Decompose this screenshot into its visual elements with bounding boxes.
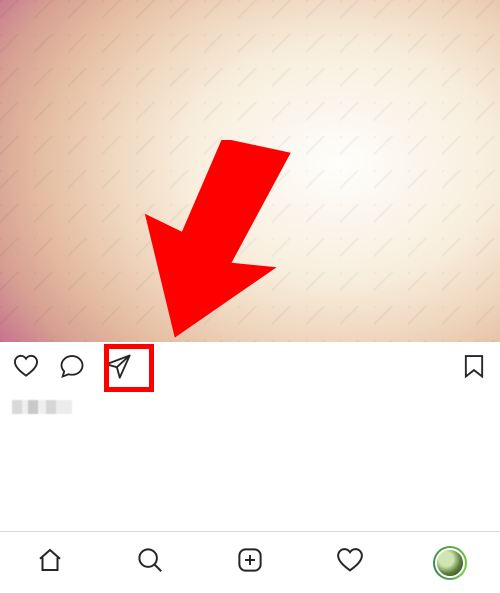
speech-bubble-icon [58, 352, 86, 385]
save-button[interactable] [458, 352, 490, 384]
bottom-nav [0, 531, 500, 593]
bookmark-icon [460, 352, 488, 385]
avatar-icon [435, 548, 465, 578]
post-caption-area [0, 392, 500, 512]
share-button[interactable] [102, 352, 134, 384]
plus-square-icon [235, 545, 265, 580]
home-icon [35, 545, 65, 580]
nav-home[interactable] [28, 541, 72, 585]
nav-create[interactable] [228, 541, 272, 585]
annotation-arrow [140, 140, 300, 342]
post-action-bar [0, 342, 500, 392]
heart-icon [335, 545, 365, 580]
search-icon [135, 545, 165, 580]
nav-search[interactable] [128, 541, 172, 585]
nav-activity[interactable] [328, 541, 372, 585]
like-button[interactable] [10, 352, 42, 384]
heart-icon [12, 352, 40, 385]
paper-plane-icon [104, 352, 132, 385]
avatar-ring [433, 546, 467, 580]
comment-button[interactable] [56, 352, 88, 384]
username-redacted [12, 400, 72, 414]
nav-profile[interactable] [428, 541, 472, 585]
post-image[interactable] [0, 0, 500, 342]
